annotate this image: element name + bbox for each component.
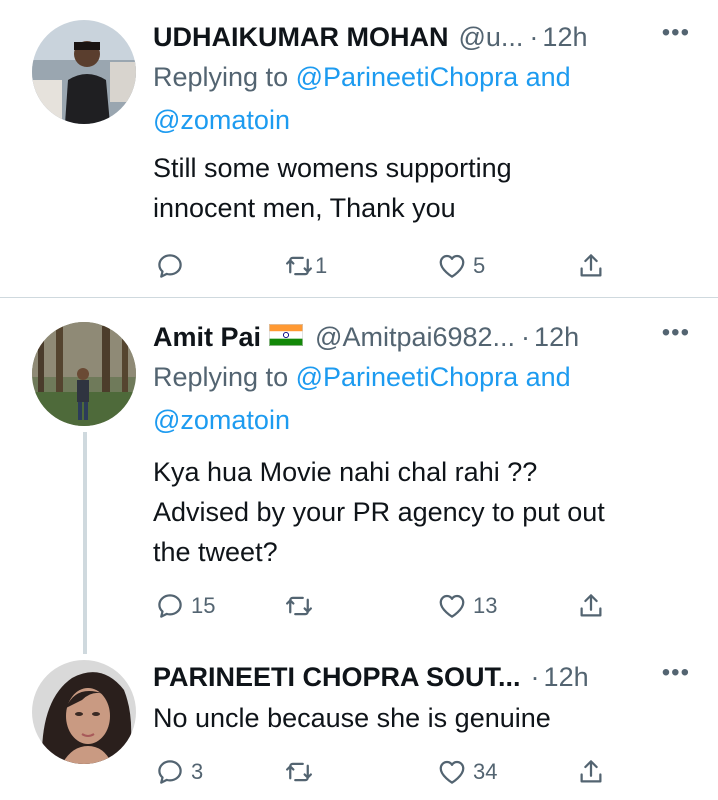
- share-button[interactable]: [576, 586, 606, 626]
- replying-to: Replying to @ParineetiChopra and @zomato…: [153, 356, 698, 442]
- like-button[interactable]: 34: [437, 752, 497, 792]
- retweet-button[interactable]: 1: [284, 246, 327, 286]
- tweet-actions: 1 5: [153, 246, 623, 286]
- heart-icon: [439, 594, 465, 618]
- timestamp[interactable]: 12h: [534, 320, 579, 354]
- timestamp[interactable]: 12h: [542, 20, 587, 54]
- reply-button[interactable]: 15: [155, 586, 215, 626]
- tweet-text: Kya hua Movie nahi chal rahi ?? Advised …: [153, 452, 698, 572]
- like-count: 34: [473, 759, 498, 784]
- reply-icon: [158, 594, 182, 618]
- tweet-3[interactable]: PARINEETI CHOPRA SOUT... · 12h ••• No un…: [0, 650, 718, 800]
- share-icon: [580, 594, 602, 617]
- mention-link[interactable]: @zomatoin: [153, 405, 290, 435]
- retweet-button[interactable]: [284, 586, 320, 626]
- retweet-button[interactable]: [284, 752, 320, 792]
- retweet-icon: [286, 256, 312, 276]
- tweet-1[interactable]: UDHAIKUMAR MOHAN @u... · 12h ••• Replyin…: [0, 0, 718, 297]
- share-icon: [580, 254, 602, 277]
- heart-icon: [439, 254, 465, 278]
- reply-icon: [158, 760, 182, 784]
- reply-icon: [158, 254, 182, 278]
- like-count: 13: [473, 593, 498, 618]
- timestamp[interactable]: 12h: [544, 660, 589, 694]
- more-icon[interactable]: •••: [662, 20, 690, 46]
- india-flag-icon: [269, 320, 304, 346]
- tweet-actions: 15 13: [153, 586, 623, 626]
- reply-count: 15: [191, 593, 216, 618]
- like-button[interactable]: 13: [437, 586, 497, 626]
- separator-dot: ·: [529, 22, 539, 52]
- tweet-text-line: Still some womens supporting: [153, 153, 512, 183]
- mention-link[interactable]: @ParineetiChopra: [296, 362, 519, 392]
- tweet-text-line: the tweet?: [153, 537, 278, 567]
- avatar[interactable]: [32, 322, 136, 426]
- replying-prefix: Replying to: [153, 62, 296, 92]
- retweet-count: 1: [315, 253, 328, 278]
- tweet-2[interactable]: Amit Pai @Amitpai6982... · 12h ••• Reply…: [0, 298, 718, 650]
- retweet-icon: [286, 762, 312, 782]
- replying-prefix: Replying to: [153, 362, 296, 392]
- more-icon[interactable]: •••: [662, 320, 690, 346]
- tweet-text-line: Kya hua Movie nahi chal rahi ??: [153, 457, 538, 487]
- like-count: 5: [473, 253, 486, 278]
- tweet-text-line: innocent men, Thank you: [153, 193, 456, 223]
- share-button[interactable]: [576, 246, 606, 286]
- tweet-text-line: No uncle because she is genuine: [153, 703, 551, 733]
- more-icon[interactable]: •••: [662, 660, 690, 686]
- avatar[interactable]: [32, 660, 136, 764]
- reply-button[interactable]: [155, 246, 191, 286]
- separator-dot: ·: [521, 322, 531, 352]
- mention-link[interactable]: @zomatoin: [153, 105, 290, 135]
- avatar[interactable]: [32, 20, 136, 124]
- user-handle[interactable]: @u...: [458, 20, 523, 54]
- share-button[interactable]: [576, 752, 606, 792]
- replying-to: Replying to @ParineetiChopra and @zomato…: [153, 56, 698, 142]
- retweet-icon: [286, 596, 312, 616]
- reply-count: 3: [191, 759, 204, 784]
- separator-dot: ·: [530, 662, 540, 692]
- display-name[interactable]: PARINEETI CHOPRA SOUT...: [153, 660, 521, 694]
- user-handle[interactable]: @Amitpai6982...: [315, 320, 515, 354]
- mention-link[interactable]: @ParineetiChopra: [296, 62, 519, 92]
- tweet-text: No uncle because she is genuine: [153, 698, 698, 738]
- replying-and: and: [518, 362, 571, 392]
- tweet-actions: 3 34: [153, 752, 623, 792]
- display-name[interactable]: UDHAIKUMAR MOHAN: [153, 20, 448, 54]
- tweet-text-line: Advised by your PR agency to put out: [153, 497, 605, 527]
- reply-button[interactable]: 3: [155, 752, 203, 792]
- replying-and: and: [518, 62, 571, 92]
- tweet-text: Still some womens supporting innocent me…: [153, 148, 698, 228]
- like-button[interactable]: 5: [437, 246, 485, 286]
- heart-icon: [439, 760, 465, 784]
- share-icon: [580, 760, 602, 783]
- display-name[interactable]: Amit Pai: [153, 320, 261, 354]
